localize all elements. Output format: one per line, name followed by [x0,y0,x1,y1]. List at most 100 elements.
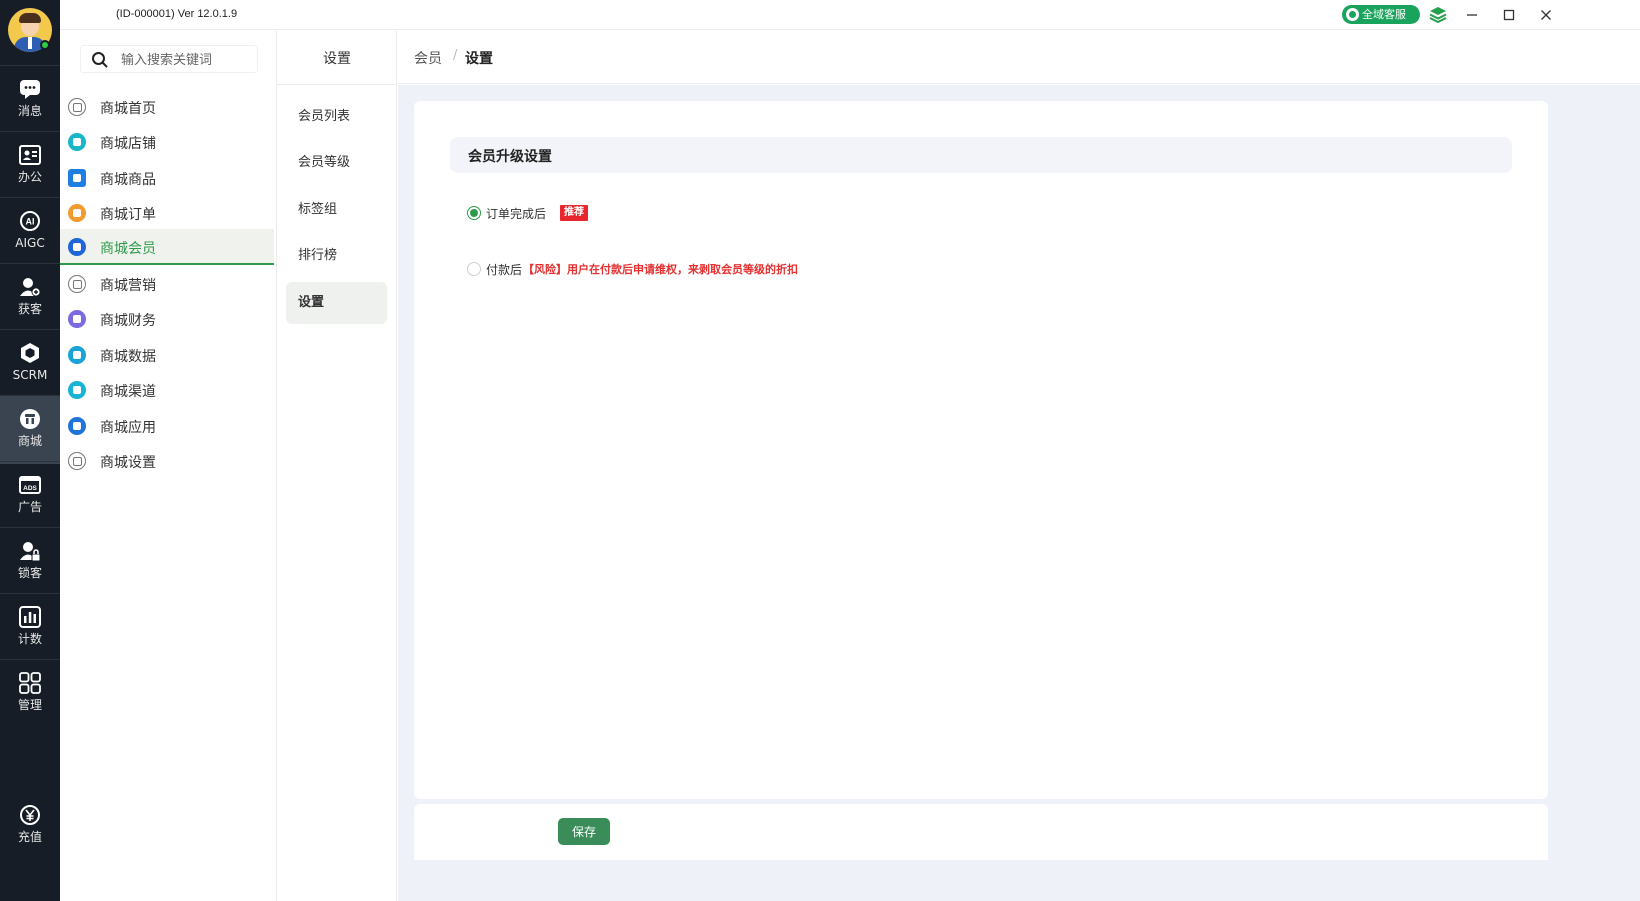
left-rail: 消息 办公 AI AIGC 获客 SCRM 商城 ADS 广告 锁客 计数 管理… [0,0,60,901]
order-icon [68,204,86,222]
breadcrumb: 会员 / 设置 [398,31,1640,84]
rail-item-lock-customer[interactable]: 锁客 [0,528,60,596]
subnav-item-member-list[interactable]: 会员列表 [286,96,387,138]
rail-item-scrm[interactable]: SCRM [0,330,60,398]
search-input[interactable] [121,50,251,70]
rail-item-aigc[interactable]: AI AIGC [0,198,60,266]
bar-chart-icon [19,606,41,628]
menu-item[interactable]: 商城订单 [60,195,274,231]
rail-item-office[interactable]: 办公 [0,132,60,200]
breadcrumb-current: 设置 [465,51,493,67]
cube-icon [21,343,39,363]
menu-item[interactable]: 商城商品 [60,160,274,196]
rail-label: 消息 [17,104,42,118]
rail-label: 管理 [17,698,42,712]
rail-item-count[interactable]: 计数 [0,594,60,662]
upgrade-option-after-payment[interactable]: 付款后 【风险】用户在付款后申请维权，来剥取会员等级的折扣 [467,259,807,279]
rail-label: 充值 [17,830,42,844]
menu-item-label: 商城应用 [100,420,156,436]
menu-item[interactable]: 商城会员 [60,229,274,265]
subnav-item-leaderboard[interactable]: 排行榜 [286,235,387,277]
rail-label: 办公 [17,170,42,184]
close-button[interactable] [1534,4,1558,26]
menu-item-label: 商城营销 [100,278,156,294]
menu-item[interactable]: 商城渠道 [60,372,274,408]
channel-icon [68,381,86,399]
menu-item[interactable]: 商城财务 [60,301,274,337]
contact-card-icon [19,145,41,165]
grid-apps-icon [19,672,41,694]
search-box[interactable] [80,45,258,73]
subnav-item-member-level[interactable]: 会员等级 [286,142,387,184]
svg-text:ADS: ADS [23,485,37,492]
section-header: 会员升级设置 [450,137,1512,173]
cart-icon [68,133,86,151]
rail-label: 商城 [17,434,42,448]
minimize-button[interactable] [1460,4,1484,26]
menu-item-label: 商城渠道 [100,384,156,400]
rail-label: 广告 [17,500,42,514]
radio-button[interactable] [467,262,481,276]
ai-chip-icon: AI [20,211,40,231]
home-outline-icon [68,98,86,116]
option-label: 订单完成后 [486,207,547,221]
customer-service-button[interactable]: 全域客服 [1342,5,1420,24]
avatar-tie [28,37,32,49]
menu-item-label: 商城首页 [100,101,156,117]
menu-item-label: 商城订单 [100,207,156,223]
module-menu: 商城首页商城店铺商城商品商城订单商城会员商城营销商城财务商城数据商城渠道商城应用… [60,31,277,901]
data-icon [68,346,86,364]
rail-item-mall[interactable]: 商城 [0,396,60,464]
save-button[interactable]: 保存 [558,818,610,845]
breadcrumb-separator: / [453,48,458,63]
menu-item-label: 商城财务 [100,313,156,329]
radio-button-checked[interactable] [467,206,481,220]
bag-icon [68,169,86,187]
search-icon [92,52,108,68]
rail-label: 计数 [17,632,42,646]
subnav-item-settings[interactable]: 设置 [286,282,387,324]
recommended-badge: 推荐 [560,205,588,221]
minimize-icon [1467,14,1477,16]
window-title: (ID-000001) Ver 12.0.1.9 [116,8,238,20]
subnav-item-tag-group[interactable]: 标签组 [286,189,387,231]
layers-icon[interactable] [1428,5,1448,29]
menu-item-label: 商城店铺 [100,136,156,152]
title-bar: (ID-000001) Ver 12.0.1.9 全域客服 [60,0,1640,30]
marketing-outline-icon [68,275,86,293]
customer-service-label: 全域客服 [1362,8,1406,21]
add-user-icon [20,278,41,297]
rail-item-manage[interactable]: 管理 [0,660,60,728]
maximize-icon [1503,9,1515,21]
yuan-coin-icon [20,805,40,825]
menu-item-label: 商城数据 [100,349,156,365]
menu-item[interactable]: 商城店铺 [60,124,274,160]
upgrade-option-order-complete[interactable]: 订单完成后 推荐 [467,203,607,223]
menu-item-label: 商城会员 [100,241,156,257]
cloud-search-icon [68,417,86,435]
avatar-hair [19,13,41,23]
maximize-button[interactable] [1497,4,1521,26]
online-status-dot [40,40,50,50]
close-icon [1541,10,1551,20]
subnav-divider [277,84,397,85]
rail-item-recharge[interactable]: 充值 [0,792,60,860]
menu-item[interactable]: 商城数据 [60,337,274,373]
menu-item[interactable]: 商城设置 [60,443,274,479]
rail-item-messages[interactable]: 消息 [0,66,60,134]
breadcrumb-parent[interactable]: 会员 [414,48,442,68]
risk-warning-text: 【风险】用户在付款后申请维权，来剥取会员等级的折扣 [523,263,798,276]
rail-label: 获客 [17,302,42,316]
rail-item-acquire[interactable]: 获客 [0,264,60,332]
sub-navigation: 设置 会员列表 会员等级 标签组 排行榜 设置 [277,31,397,901]
rail-label: 锁客 [17,566,42,580]
user-lock-icon [20,542,41,562]
ads-icon: ADS [19,476,41,494]
members-icon [68,238,86,256]
menu-item[interactable]: 商城营销 [60,266,274,302]
menu-item[interactable]: 商城首页 [60,89,274,125]
service-icon [1346,8,1359,21]
rail-item-ads[interactable]: ADS 广告 [0,462,60,530]
menu-item[interactable]: 商城应用 [60,408,274,444]
option-label: 付款后 [486,263,523,277]
